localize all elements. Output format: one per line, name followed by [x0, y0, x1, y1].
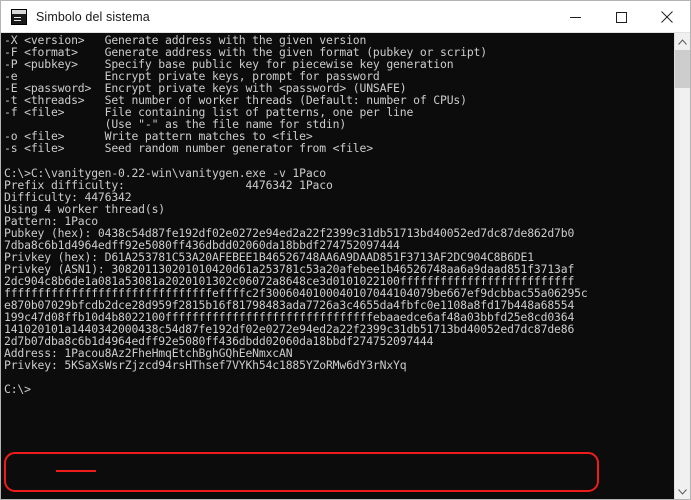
minimize-button[interactable] [552, 1, 598, 33]
maximize-button[interactable] [598, 1, 644, 33]
title-bar[interactable]: Simbolo del sistema [1, 1, 690, 33]
highlight-box-credentials [4, 452, 599, 492]
command-prompt-window: Simbolo del sistema -X <version> Generat… [0, 0, 691, 500]
console-text: -X <version> Generate address with the g… [4, 33, 588, 397]
vertical-scrollbar[interactable] [674, 33, 690, 499]
window-title: Simbolo del sistema [36, 9, 150, 24]
command-prompt-icon [11, 8, 27, 25]
console-output[interactable]: -X <version> Generate address with the g… [1, 33, 674, 499]
scroll-down-arrow-icon[interactable] [675, 483, 690, 499]
scroll-up-arrow-icon[interactable] [675, 33, 690, 50]
window-controls [552, 1, 690, 33]
console-area[interactable]: -X <version> Generate address with the g… [1, 33, 690, 499]
scrollbar-track[interactable] [675, 88, 690, 483]
highlight-underline-address-prefix [56, 470, 96, 472]
scrollbar-thumb[interactable] [675, 50, 690, 88]
close-button[interactable] [644, 1, 690, 33]
